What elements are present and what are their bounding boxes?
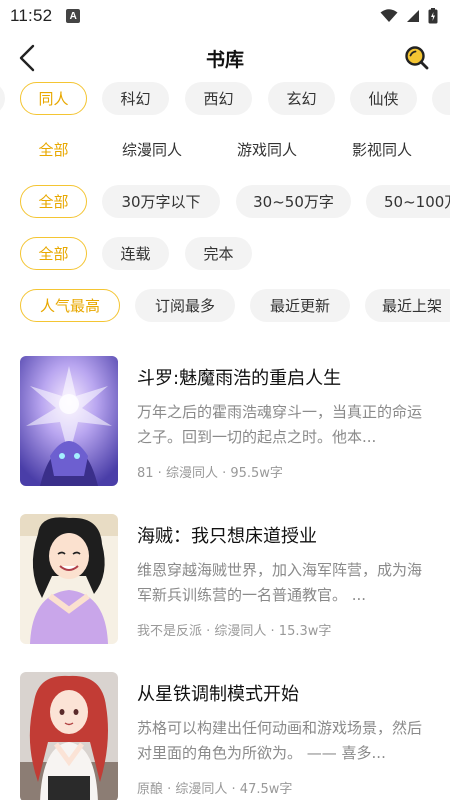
book-description: 万年之后的霍雨浩魂穿斗一，当真正的命运之子。回到一切的起点之时。他本... (137, 403, 423, 446)
book-meta: 81 · 综漫同人 · 95.5w字 (137, 466, 283, 481)
genre-chip-partial-left[interactable] (0, 82, 5, 115)
status-chip[interactable]: 完本 (185, 237, 252, 270)
book-title: 斗罗:魅魔雨浩的重启人生 (137, 368, 342, 389)
status-filter-row: 全部 连载 完本 (0, 237, 450, 273)
genre-chip[interactable]: 仙侠 (350, 82, 417, 115)
subgenre-tab[interactable]: 综漫同人 (108, 133, 196, 166)
sort-chip[interactable]: 最近更新 (250, 289, 350, 322)
battery-icon (428, 8, 438, 24)
status-icons (380, 8, 438, 24)
sort-chip[interactable]: 订阅最多 (135, 289, 235, 322)
genre-chip[interactable]: 科幻 (102, 82, 169, 115)
sort-filter-row: 人气最高 订阅最多 最近更新 最近上架 (0, 289, 450, 325)
page-title: 书库 (205, 48, 244, 71)
subgenre-tab[interactable]: 影视同人 (338, 133, 426, 166)
subgenre-tab-row: 全部 综漫同人 游戏同人 影视同人 (0, 133, 450, 169)
subgenre-tab[interactable]: 全部 (20, 133, 87, 166)
word-count-filter-row: 全部 30万字以下 30~50万字 50~100万 (0, 185, 450, 221)
genre-chip[interactable]: 同人 (20, 82, 87, 115)
genre-chip-partial-right[interactable] (432, 82, 450, 115)
subgenre-tab[interactable]: 游戏同人 (223, 133, 311, 166)
signal-icon (407, 10, 419, 22)
status-time: 11:52 (10, 6, 53, 25)
search-button[interactable] (404, 45, 430, 71)
sort-chip[interactable]: 最近上架 (365, 289, 450, 322)
word-count-chip[interactable]: 全部 (20, 185, 87, 218)
book-item[interactable]: 斗罗:魅魔雨浩的重启人生 万年之后的霍雨浩魂穿斗一，当真正的命运之子。回到一切的… (0, 346, 450, 486)
word-count-chip[interactable]: 30万字以下 (102, 185, 220, 218)
back-button[interactable] (14, 44, 42, 72)
book-title: 从星铁调制模式开始 (137, 684, 299, 705)
genre-chip[interactable]: 玄幻 (268, 82, 335, 115)
word-count-chip[interactable]: 30~50万字 (236, 185, 351, 218)
book-item[interactable]: 从星铁调制模式开始 苏格可以构建出任何动画和游戏场景，然后对里面的角色为所欲为。… (0, 662, 450, 800)
genre-chip[interactable]: 西幻 (185, 82, 252, 115)
book-cover-image (20, 672, 118, 800)
search-icon (405, 46, 429, 70)
status-chip[interactable]: 连载 (102, 237, 169, 270)
word-count-chip[interactable]: 50~100万 (366, 185, 450, 218)
genre-filter-row: 同人 科幻 西幻 玄幻 仙侠 (0, 82, 450, 118)
book-meta: 原酿 · 综漫同人 · 47.5w字 (137, 782, 293, 797)
status-bar: 11:52 A (0, 0, 450, 32)
book-description: 维恩穿越海贼世界，加入海军阵营，成为海军新兵训练营的一名普通教官。 ... (137, 561, 423, 604)
book-description: 苏格可以构建出任何动画和游戏场景，然后对里面的角色为所欲为。 —— 喜多... (137, 719, 423, 762)
book-title: 海贼：我只想床道授业 (137, 526, 317, 547)
chevron-left-icon (19, 44, 35, 72)
status-chip[interactable]: 全部 (20, 237, 87, 270)
book-cover-image (20, 514, 118, 644)
wifi-icon (380, 9, 398, 22)
notification-badge: A (66, 9, 81, 23)
book-cover-image (20, 356, 118, 486)
sort-chip[interactable]: 人气最高 (20, 289, 120, 322)
book-item[interactable]: 海贼：我只想床道授业 维恩穿越海贼世界，加入海军阵营，成为海军新兵训练营的一名普… (0, 504, 450, 644)
header-bar: 书库 (0, 32, 450, 84)
book-meta: 我不是反派 · 综漫同人 · 15.3w字 (137, 624, 332, 639)
